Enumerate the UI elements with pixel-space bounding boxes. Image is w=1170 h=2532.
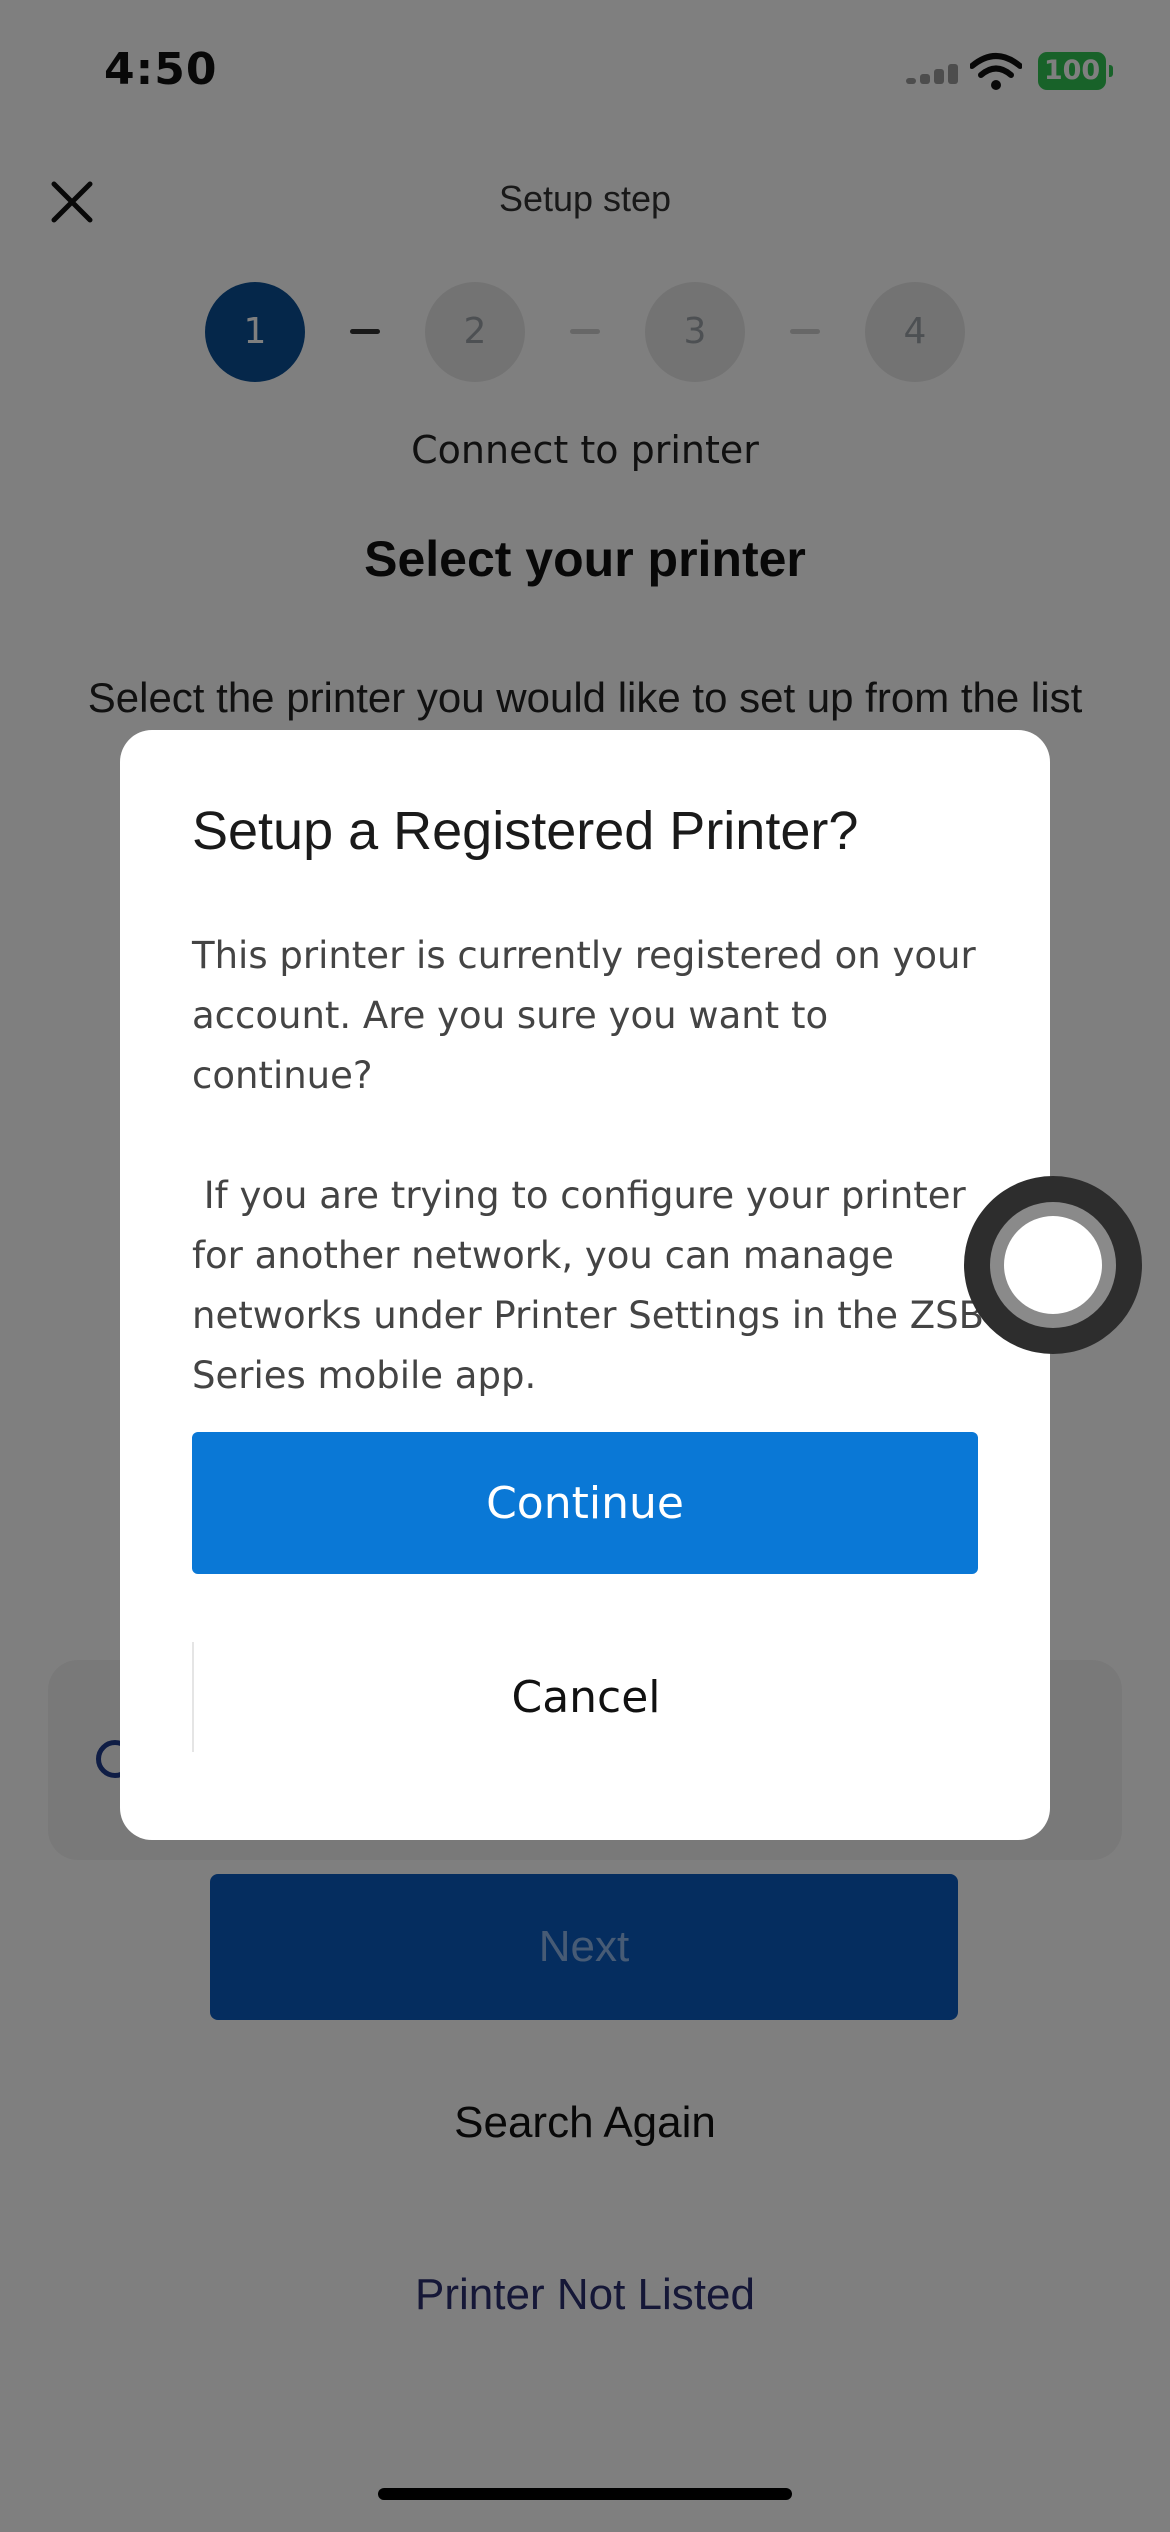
assistive-touch-core bbox=[1004, 1216, 1102, 1314]
dialog-body: This printer is currently registered on … bbox=[192, 926, 992, 1406]
dialog-paragraph: If you are trying to configure your prin… bbox=[192, 1174, 984, 1397]
assistive-touch-button[interactable] bbox=[964, 1176, 1142, 1354]
registered-printer-dialog: Setup a Registered Printer? This printer… bbox=[120, 730, 1050, 1840]
dialog-paragraph: This printer is currently registered on … bbox=[192, 934, 988, 1097]
cancel-button[interactable]: Cancel bbox=[192, 1642, 978, 1752]
dialog-title: Setup a Registered Printer? bbox=[192, 801, 859, 861]
continue-button[interactable]: Continue bbox=[192, 1432, 978, 1574]
